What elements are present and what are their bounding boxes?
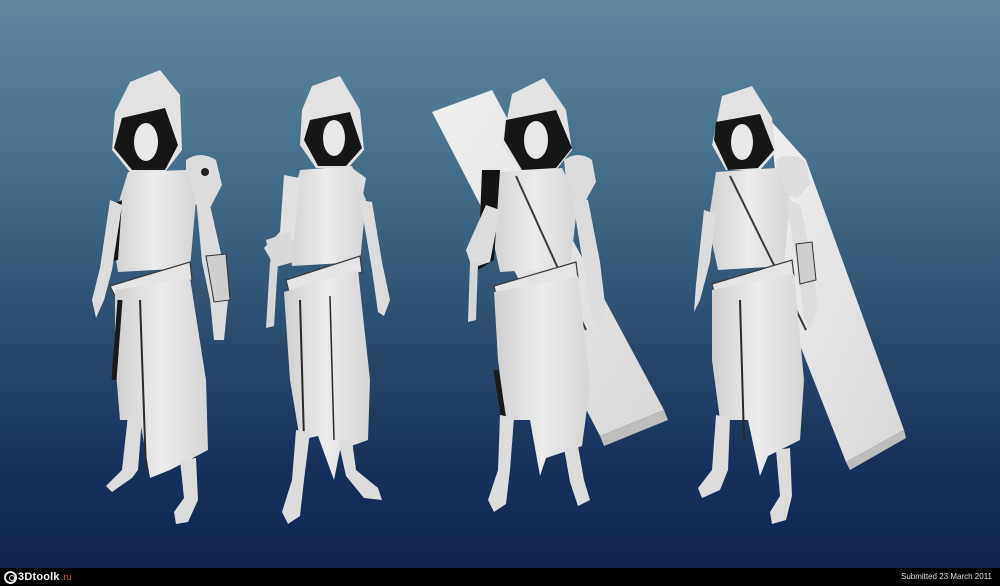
render-viewport — [0, 0, 1000, 568]
submitted-date: Submitted 23 March 2011 — [900, 572, 992, 581]
hooded-figure-with-cloak-turned — [694, 86, 906, 524]
hooded-figure-with-cloak — [432, 78, 668, 512]
logo-brand-text: 3Dtoolk — [18, 571, 60, 583]
hooded-figure-front — [92, 70, 231, 524]
character-renders — [92, 70, 906, 524]
logo-tld-text: .ru — [60, 572, 72, 582]
site-logo[interactable]: 3Dtoolk .ru — [4, 568, 72, 586]
logo-mark-icon — [4, 570, 17, 584]
footer-bar: 3Dtoolk .ru Submitted 23 March 2011 — [0, 568, 1000, 586]
hooded-figure-three-quarter — [264, 76, 390, 524]
